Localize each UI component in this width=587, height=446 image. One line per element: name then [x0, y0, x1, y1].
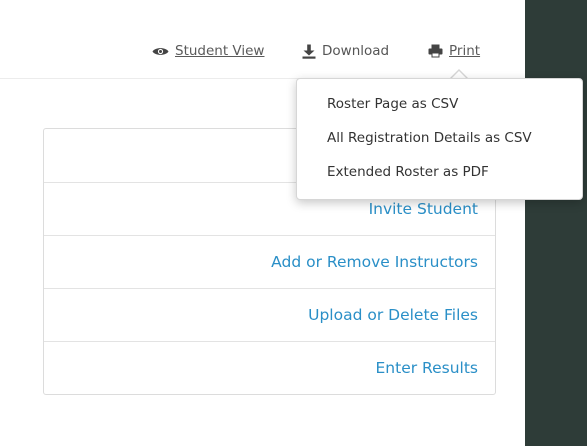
add-remove-instructors-link[interactable]: Add or Remove Instructors: [271, 253, 478, 271]
enter-results-row[interactable]: Enter Results: [44, 341, 495, 394]
upload-delete-files-row[interactable]: Upload or Delete Files: [44, 288, 495, 341]
menu-item-roster-csv[interactable]: Roster Page as CSV: [297, 87, 582, 121]
add-remove-instructors-row[interactable]: Add or Remove Instructors: [44, 235, 495, 288]
invite-student-link[interactable]: Invite Student: [369, 200, 478, 218]
menu-item-extended-roster-pdf[interactable]: Extended Roster as PDF: [297, 155, 582, 189]
download-dropdown-menu: Roster Page as CSV All Registration Deta…: [296, 78, 583, 200]
dark-side-panel: [525, 0, 587, 446]
upload-delete-files-link[interactable]: Upload or Delete Files: [308, 306, 478, 324]
printer-icon: [428, 44, 443, 58]
download-icon: [302, 44, 316, 59]
download-label: Download: [322, 43, 390, 59]
eye-icon: [152, 46, 169, 57]
enter-results-link[interactable]: Enter Results: [376, 359, 479, 377]
toolbar: Student View Download Print: [0, 0, 525, 79]
download-button[interactable]: Download: [302, 43, 389, 59]
student-view-link[interactable]: Student View: [152, 43, 264, 59]
menu-item-registration-csv[interactable]: All Registration Details as CSV: [297, 121, 582, 155]
print-label: Print: [449, 43, 481, 59]
print-link[interactable]: Print: [428, 43, 480, 59]
student-view-label: Student View: [175, 43, 265, 59]
